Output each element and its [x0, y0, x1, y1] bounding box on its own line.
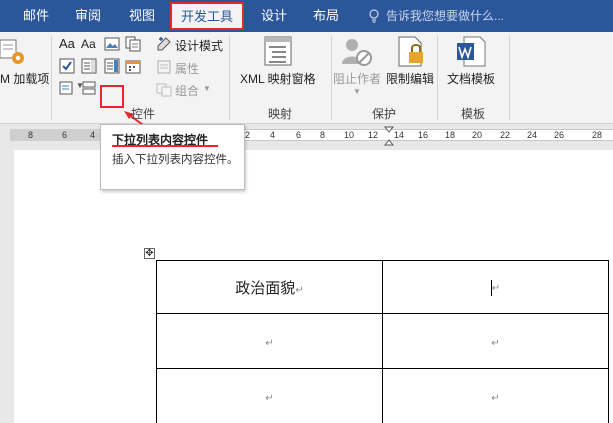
paragraph-mark: ↵ — [295, 284, 304, 296]
paragraph-mark: ↵ — [265, 337, 274, 349]
combo-box-control-icon[interactable] — [81, 58, 97, 74]
ruler-number: 20 — [472, 130, 483, 140]
tell-me-box[interactable]: 告诉我您想要做什么... — [368, 0, 504, 32]
ruler-number: 8 — [28, 130, 34, 140]
ruler-number: 4 — [90, 130, 96, 140]
properties-button[interactable]: 属性 — [175, 60, 199, 77]
tab-view[interactable]: 视图 — [120, 0, 164, 32]
word-document-template-icon — [457, 36, 486, 67]
restrict-editing-button[interactable]: 限制编辑 — [386, 70, 434, 87]
ruler-number: 6 — [62, 130, 68, 140]
tooltip: 下拉列表内容控件 插入下拉列表内容控件。 — [100, 124, 245, 190]
paragraph-mark: ↵ — [491, 283, 501, 295]
picture-control-icon[interactable] — [104, 36, 120, 52]
ribbon-separator — [509, 36, 510, 120]
tooltip-description: 插入下拉列表内容控件。 — [112, 154, 239, 166]
ruler-number: 18 — [445, 130, 456, 140]
ribbon-separator — [51, 36, 52, 120]
legacy-tools-icon[interactable] — [59, 80, 75, 96]
design-mode-icon — [157, 37, 171, 51]
building-block-control-icon[interactable] — [125, 36, 141, 52]
lightbulb-icon — [369, 9, 379, 23]
tooltip-title-underline — [112, 145, 218, 147]
properties-icon — [157, 60, 171, 74]
ruler-number: 16 — [418, 130, 429, 140]
ruler-number: 24 — [527, 130, 538, 140]
mapping-group-label: 映射 — [267, 107, 292, 121]
restrict-editing-icon — [398, 36, 423, 67]
ruler-number: 12 — [368, 130, 379, 140]
table-cell[interactable]: 政治面貌↵ — [156, 260, 383, 314]
tell-me-text: 告诉我您想要做什么... — [386, 9, 505, 23]
document-template-button[interactable]: 文档模板 — [447, 70, 495, 87]
table-move-handle[interactable]: ✥ — [144, 248, 155, 259]
block-authors-dropdown-arrow[interactable]: ▼ — [353, 87, 361, 96]
ruler-number: 10 — [344, 130, 355, 140]
protect-group-label: 保护 — [371, 107, 396, 121]
table-row: ↵ ↵ — [156, 313, 609, 369]
indent-marker-icon[interactable] — [384, 126, 394, 146]
tab-design[interactable]: 设计 — [254, 0, 294, 32]
plain-text-control-icon[interactable]: Aa — [81, 37, 96, 51]
addins-prefix: M — [0, 72, 10, 86]
ruler-number: 22 — [500, 130, 511, 140]
table-cell[interactable]: ↵ — [156, 368, 383, 423]
controls-group-label: 控件 — [130, 107, 155, 121]
addins-label: 加载项 — [13, 72, 50, 86]
ruler-number: 28 — [592, 130, 603, 140]
paragraph-mark: ↵ — [491, 392, 500, 404]
table-row: 政治面貌↵ ↵ — [156, 260, 609, 314]
table-cell[interactable]: ↵ — [382, 313, 609, 369]
templates-group-label: 模板 — [460, 107, 485, 121]
block-authors-icon — [342, 39, 372, 66]
addins-button[interactable]: M 加载项 — [0, 70, 49, 87]
table-cell[interactable]: ↵ — [156, 313, 383, 369]
xml-mapping-pane-button[interactable]: XML 映射窗格 — [240, 70, 316, 87]
group-icon — [156, 83, 172, 97]
ruler-number: 8 — [320, 130, 326, 140]
design-mode-button[interactable]: 设计模式 — [175, 37, 223, 54]
dropdown-list-control-icon[interactable] — [104, 58, 120, 74]
ruler-number: 6 — [296, 130, 302, 140]
tab-layout[interactable]: 布局 — [306, 0, 346, 32]
paragraph-mark: ↵ — [265, 392, 274, 404]
paragraph-mark: ↵ — [491, 337, 500, 349]
tab-review[interactable]: 审阅 — [66, 0, 110, 32]
table-cell[interactable]: ↵ — [382, 260, 609, 314]
checkbox-control-icon[interactable] — [59, 58, 75, 74]
group-button[interactable]: 组合 — [175, 82, 199, 99]
ruler-number: 26 — [554, 130, 565, 140]
ruler-number: 2 — [245, 130, 251, 140]
tab-developer[interactable]: 开发工具 — [170, 2, 244, 30]
cell-text: 政治面貌 — [235, 279, 296, 297]
ribbon-tab-bar: 邮件 审阅 视图 开发工具 设计 布局 告诉我您想要做什么... — [0, 0, 613, 32]
ribbon-panel: M 加载项 Aa Aa ▼ 设计模式 属性 组合 ▼ 控件 XML 映射窗格 映… — [0, 32, 613, 131]
xml-mapping-pane-icon — [264, 36, 292, 66]
ruler-number: 4 — [270, 130, 276, 140]
addins-icon — [0, 39, 24, 64]
table-row: ↵ ↵ — [156, 368, 609, 423]
group-dropdown-arrow[interactable]: ▼ — [203, 84, 211, 93]
repeating-section-control-icon[interactable] — [81, 80, 97, 96]
ruler-number: 14 — [394, 130, 405, 140]
block-authors-button[interactable]: 阻止作者 — [333, 70, 381, 87]
date-picker-control-icon[interactable] — [125, 58, 141, 74]
horizontal-ruler[interactable]: 8 6 4 2 4 6 8 10 12 14 16 18 20 22 24 26… — [0, 124, 613, 146]
tab-mailings[interactable]: 邮件 — [14, 0, 58, 32]
rich-text-control-icon[interactable]: Aa — [59, 36, 75, 51]
table-cell[interactable]: ↵ — [382, 368, 609, 423]
document-table: 政治面貌↵ ↵ ↵ ↵ ↵ ↵ — [156, 260, 609, 423]
